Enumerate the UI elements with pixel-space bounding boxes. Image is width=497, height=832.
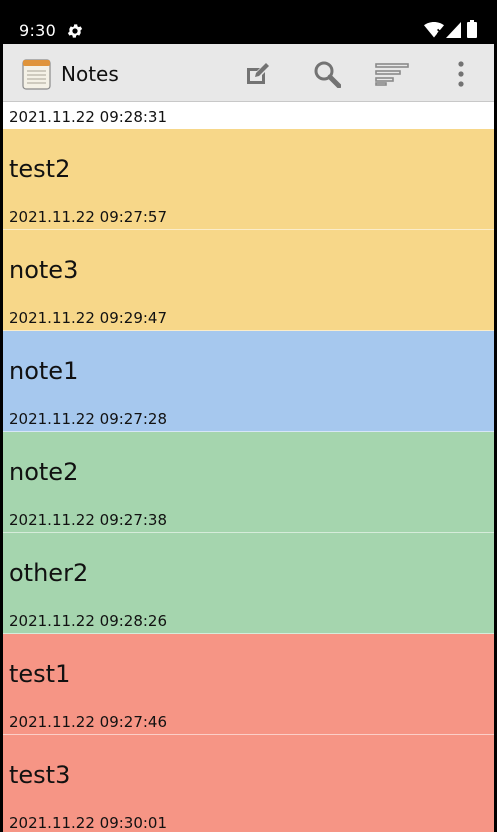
app-title: Notes <box>61 62 119 86</box>
battery-icon <box>467 20 477 38</box>
note-date: 2021.11.22 09:27:46 <box>9 713 168 731</box>
note-item[interactable]: other2 2021.11.22 09:28:26 <box>3 533 494 634</box>
status-bar: 9:30 <box>0 0 497 44</box>
note-date: 2021.11.22 09:27:57 <box>9 208 168 226</box>
notepad-app-icon <box>22 59 51 90</box>
note-date: 2021.11.22 09:28:26 <box>9 612 168 630</box>
note-date: 2021.11.22 09:27:28 <box>9 410 168 428</box>
phone-screen: 9:30 Notes 2021.11.22 09:28:31 test2 202… <box>0 0 497 832</box>
note-item[interactable]: note3 2021.11.22 09:29:47 <box>3 230 494 331</box>
note-item[interactable]: test3 2021.11.22 09:30:01 <box>3 735 494 832</box>
new-note-icon <box>247 63 269 84</box>
note-title: test1 <box>9 660 71 688</box>
note-item[interactable]: test2 2021.11.22 09:27:57 <box>3 129 494 230</box>
settings-gear-icon <box>67 24 83 38</box>
note-title: test2 <box>9 155 71 183</box>
note-title: note1 <box>9 357 79 385</box>
note-date: 2021.11.22 09:30:01 <box>9 814 168 832</box>
sort-button[interactable] <box>370 52 414 96</box>
note-list: 2021.11.22 09:28:31 test2 2021.11.22 09:… <box>3 102 494 832</box>
action-bar: Notes <box>3 44 494 102</box>
note-item[interactable]: note1 2021.11.22 09:27:28 <box>3 331 494 432</box>
new-note-button[interactable] <box>236 52 280 96</box>
search-icon <box>314 61 341 88</box>
note-title: other2 <box>9 559 89 587</box>
note-title: test3 <box>9 761 71 789</box>
sort-icon <box>375 63 409 86</box>
search-button[interactable] <box>305 52 349 96</box>
note-item[interactable]: note2 2021.11.22 09:27:38 <box>3 432 494 533</box>
note-date: 2021.11.22 09:27:38 <box>9 511 168 529</box>
note-date: 2021.11.22 09:29:47 <box>9 309 168 327</box>
notes-app: Notes 2021.11.22 09:28:31 test2 2021.11.… <box>3 44 494 832</box>
note-date: 2021.11.22 09:28:31 <box>9 108 168 126</box>
note-item[interactable]: 2021.11.22 09:28:31 <box>3 102 494 129</box>
status-time: 9:30 <box>19 21 57 40</box>
overflow-menu-icon <box>458 61 464 87</box>
note-title: note2 <box>9 458 79 486</box>
signal-icon <box>446 22 461 38</box>
note-title: note3 <box>9 256 79 284</box>
overflow-menu-button[interactable] <box>439 52 483 96</box>
note-item[interactable]: test1 2021.11.22 09:27:46 <box>3 634 494 735</box>
wifi-icon <box>424 22 444 38</box>
